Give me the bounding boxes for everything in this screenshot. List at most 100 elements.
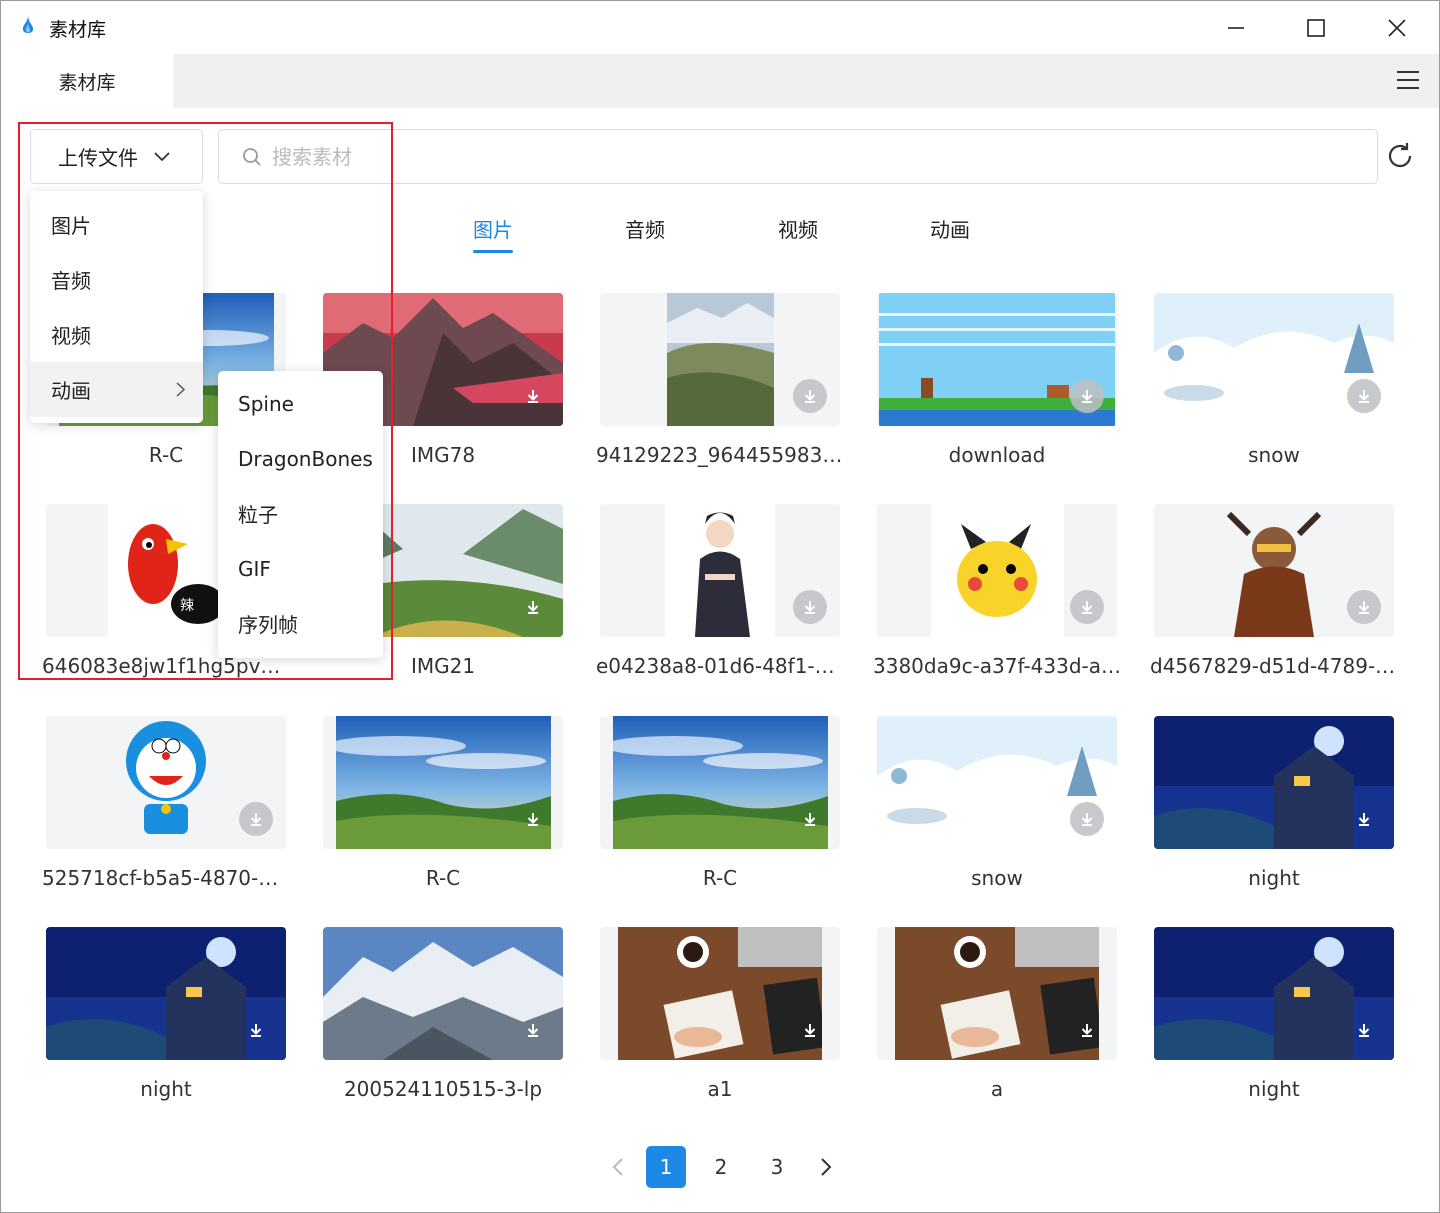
- download-button[interactable]: [1070, 802, 1104, 836]
- upload-file-button[interactable]: 上传文件: [30, 129, 203, 184]
- close-button[interactable]: [1379, 11, 1415, 45]
- asset-thumbnail[interactable]: [1154, 504, 1394, 637]
- download-button[interactable]: [1070, 590, 1104, 624]
- download-icon: [1358, 601, 1370, 614]
- asset-thumbnail[interactable]: [600, 716, 840, 849]
- submenu-item-dragonbones[interactable]: DragonBones: [218, 431, 383, 486]
- tab-video[interactable]: 视频: [758, 214, 838, 243]
- asset-thumbnail[interactable]: [877, 504, 1117, 637]
- search-input[interactable]: [272, 144, 872, 169]
- refresh-icon[interactable]: [1385, 141, 1415, 171]
- upload-menu-item-audio[interactable]: 音频: [30, 252, 203, 307]
- asset-card[interactable]: 200524110515-3-lp: [323, 927, 563, 1117]
- minimize-button[interactable]: [1218, 11, 1254, 45]
- asset-thumbnail[interactable]: [877, 716, 1117, 849]
- download-button[interactable]: [793, 379, 827, 413]
- next-page-button[interactable]: [806, 1146, 846, 1188]
- asset-card[interactable]: d4567829-d51d-4789-bc...: [1150, 504, 1398, 694]
- download-button[interactable]: [516, 1013, 550, 1047]
- tab-animation[interactable]: 动画: [910, 214, 990, 243]
- download-button[interactable]: [516, 802, 550, 836]
- prev-page-button[interactable]: [598, 1146, 638, 1188]
- download-button[interactable]: [1070, 1013, 1104, 1047]
- submenu-item-gif[interactable]: GIF: [218, 541, 383, 596]
- maximize-button[interactable]: [1298, 11, 1334, 45]
- chevron-down-icon: [154, 151, 170, 161]
- asset-thumbnail[interactable]: [600, 293, 840, 426]
- download-button[interactable]: [793, 802, 827, 836]
- asset-thumbnail[interactable]: [600, 504, 840, 637]
- asset-card[interactable]: snow: [877, 716, 1117, 906]
- asset-name: download: [948, 443, 1046, 467]
- asset-thumbnail[interactable]: [323, 716, 563, 849]
- download-button[interactable]: [239, 802, 273, 836]
- pagination: 1 2 3: [1, 1146, 1439, 1188]
- asset-card[interactable]: snow: [1154, 293, 1394, 483]
- menu-item-label: 图片: [51, 214, 91, 238]
- download-button[interactable]: [793, 1013, 827, 1047]
- asset-card[interactable]: R-C: [600, 716, 840, 906]
- thumbnail-image: 辣: [108, 504, 225, 637]
- menu-item-label: 视频: [51, 324, 91, 348]
- asset-card[interactable]: 3380da9c-a37f-433d-a5...: [873, 504, 1121, 694]
- asset-thumbnail[interactable]: [46, 927, 286, 1060]
- upload-menu-item-animation[interactable]: 动画: [30, 362, 203, 417]
- submenu-item-particle[interactable]: 粒子: [218, 486, 383, 541]
- download-icon: [804, 390, 816, 403]
- asset-thumbnail[interactable]: [46, 716, 286, 849]
- upload-menu-item-image[interactable]: 图片: [30, 197, 203, 252]
- submenu-item-sequence-frame[interactable]: 序列帧: [218, 596, 383, 651]
- download-button[interactable]: [1347, 379, 1381, 413]
- asset-thumbnail[interactable]: [600, 927, 840, 1060]
- asset-thumbnail[interactable]: [1154, 927, 1394, 1060]
- asset-card[interactable]: 94129223_96445598397...: [596, 293, 844, 483]
- page-button-2[interactable]: 2: [701, 1146, 741, 1188]
- asset-thumbnail[interactable]: [1154, 293, 1394, 426]
- search-box[interactable]: [218, 129, 1378, 184]
- download-icon: [527, 601, 539, 614]
- page-button-3[interactable]: 3: [757, 1146, 797, 1188]
- animation-submenu: Spine DragonBones 粒子 GIF 序列帧: [218, 371, 383, 658]
- tab-asset-library[interactable]: 素材库: [1, 54, 173, 108]
- download-button[interactable]: [516, 379, 550, 413]
- asset-card[interactable]: download: [877, 293, 1117, 483]
- chevron-right-icon: [176, 382, 185, 397]
- hamburger-menu-icon[interactable]: [1397, 69, 1419, 91]
- minimize-icon: [1228, 27, 1244, 29]
- tab-audio[interactable]: 音频: [605, 214, 685, 243]
- asset-name: 94129223_96445598397...: [596, 443, 844, 467]
- asset-name: night: [1248, 866, 1300, 890]
- download-button[interactable]: [1070, 379, 1104, 413]
- active-tab-underline: [473, 250, 513, 253]
- download-icon: [804, 813, 816, 826]
- page-button-1[interactable]: 1: [646, 1146, 686, 1188]
- asset-thumbnail[interactable]: [323, 927, 563, 1060]
- download-icon: [1081, 813, 1093, 826]
- asset-card[interactable]: a: [877, 927, 1117, 1117]
- asset-card[interactable]: night: [46, 927, 286, 1117]
- download-button[interactable]: [239, 1013, 273, 1047]
- asset-card[interactable]: e04238a8-01d6-48f1-a1...: [596, 504, 844, 694]
- thumbnail-image: [667, 293, 774, 426]
- download-button[interactable]: [1347, 590, 1381, 624]
- download-button[interactable]: [1347, 1013, 1381, 1047]
- asset-name: R-C: [702, 866, 738, 890]
- asset-name: a: [990, 1077, 1004, 1101]
- asset-card[interactable]: R-C: [323, 716, 563, 906]
- asset-thumbnail[interactable]: [1154, 716, 1394, 849]
- asset-name: night: [140, 1077, 192, 1101]
- asset-thumbnail[interactable]: [877, 927, 1117, 1060]
- submenu-item-spine[interactable]: Spine: [218, 376, 383, 431]
- download-button[interactable]: [516, 590, 550, 624]
- upload-menu-item-video[interactable]: 视频: [30, 307, 203, 362]
- asset-card[interactable]: a1: [600, 927, 840, 1117]
- asset-thumbnail[interactable]: [877, 293, 1117, 426]
- download-icon: [1358, 1024, 1370, 1037]
- download-icon: [804, 601, 816, 614]
- download-button[interactable]: [793, 590, 827, 624]
- asset-card[interactable]: 525718cf-b5a5-4870-bf0...: [42, 716, 290, 906]
- asset-card[interactable]: night: [1154, 716, 1394, 906]
- download-button[interactable]: [1347, 802, 1381, 836]
- asset-card[interactable]: night: [1154, 927, 1394, 1117]
- tab-images[interactable]: 图片: [453, 214, 533, 243]
